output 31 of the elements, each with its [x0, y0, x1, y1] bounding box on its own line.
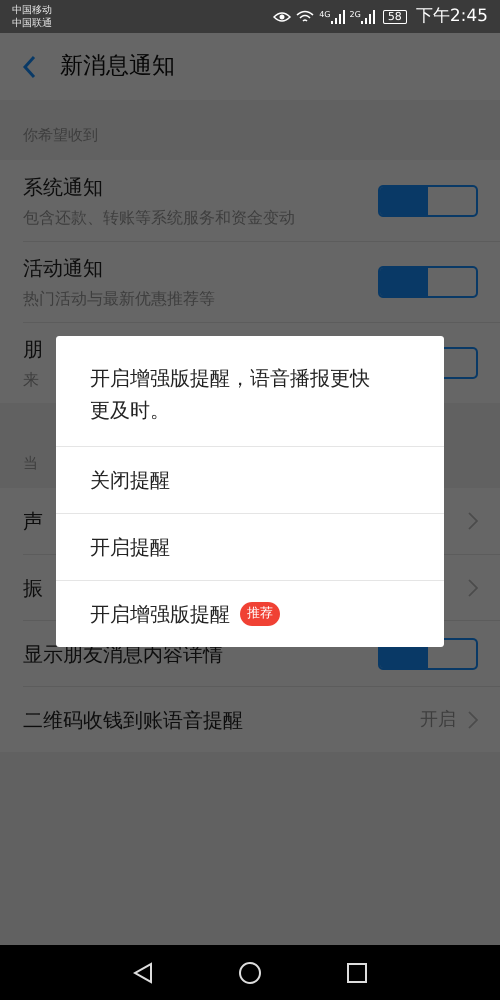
- row-title: 二维码收钱到账语音提醒: [23, 706, 243, 734]
- carrier-name: 中国移动: [12, 4, 52, 16]
- row-title: 朋: [23, 336, 43, 363]
- row-title: 振: [23, 574, 43, 602]
- option-label[interactable]: 开启增强版提醒: [90, 599, 230, 629]
- recommend-badge: 推荐: [240, 602, 280, 626]
- page-title: 新消息通知: [60, 52, 175, 82]
- back-triangle-icon[interactable]: [132, 962, 153, 984]
- signal-icon: [360, 10, 375, 24]
- dialog-option-row[interactable]: 开启增强版提醒 推荐: [56, 580, 444, 647]
- recent-square-icon[interactable]: [347, 962, 368, 982]
- home-circle-icon[interactable]: [238, 960, 262, 984]
- carrier-name: 中国联通: [12, 16, 52, 30]
- network-type: 4G: [319, 10, 331, 18]
- toggle-switch[interactable]: [378, 266, 478, 298]
- clock-time: 下午2:45: [416, 4, 488, 28]
- row-title: 系统通知: [23, 174, 103, 200]
- row-title: 活动通知: [23, 255, 103, 282]
- toggle-switch[interactable]: [378, 184, 478, 216]
- dialog-message: 开启增强版提醒，语音播报更快更及时。: [90, 365, 371, 424]
- network-type: 2G: [350, 10, 361, 18]
- chevron-right-icon: [468, 710, 478, 728]
- chevron-right-icon: [468, 578, 478, 596]
- eye-icon: [273, 10, 292, 22]
- dialog-option[interactable]: 关闭提醒: [56, 446, 444, 513]
- chevron-right-icon: [468, 512, 478, 530]
- row-title: 声: [23, 508, 43, 535]
- wifi-icon: [296, 10, 314, 24]
- dialog-option[interactable]: 开启提醒: [56, 513, 444, 580]
- signal-icon: [330, 10, 345, 24]
- battery-level: 58: [382, 10, 407, 24]
